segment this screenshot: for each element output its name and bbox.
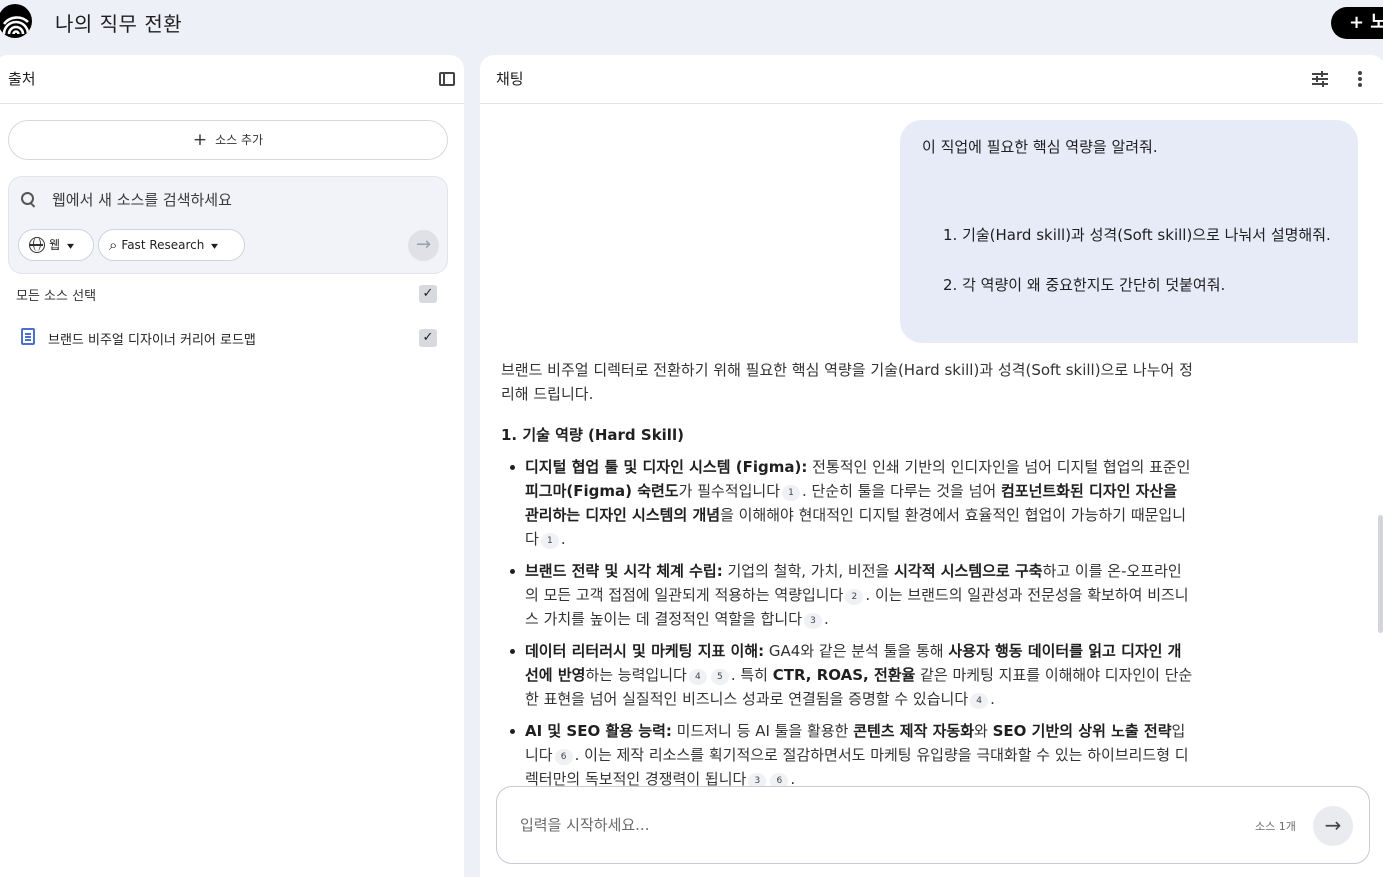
bullet-title: 디지털 협업 툴 및 디자인 시스템 (Figma): <box>525 458 808 476</box>
citation-badge[interactable]: 1 <box>540 533 559 549</box>
add-source-button[interactable]: + 소스 추가 <box>8 120 448 160</box>
citation-badge[interactable]: 2 <box>845 589 864 605</box>
chevron-down-icon: ▾ <box>211 241 219 252</box>
research-mode-dropdown[interactable]: ⌕ Fast Research ▾ <box>98 229 245 261</box>
chat-composer: 소스 1개 → <box>496 786 1370 864</box>
search-icon <box>21 192 35 206</box>
bullet-text: 전통적인 인쇄 기반의 인디자인을 넘어 디지털 협업의 표준인 <box>807 458 1191 476</box>
bullet-text: . 이는 제작 리소스를 획기적으로 절감하면서도 마케팅 유입량을 극대화할 … <box>525 746 1189 788</box>
user-message-item: 1. 기술(Hard skill)과 성격(Soft skill)으로 나눠서 … <box>943 226 1331 244</box>
web-source-dropdown[interactable]: 웹 ▾ <box>18 229 94 261</box>
response-bullet: 데이터 리터러시 및 마케팅 지표 이해: GA4와 같은 분석 툴을 통해 사… <box>501 639 1195 711</box>
bullet-emphasis: 콘텐츠 제작 자동화 <box>853 722 975 740</box>
user-message-text: 이 직업에 필요한 핵심 역량을 알려줘. <box>922 138 1158 156</box>
response-bullet: 디지털 협업 툴 및 디자인 시스템 (Figma): 전통적인 인쇄 기반의 … <box>501 455 1195 551</box>
source-item-label[interactable]: 브랜드 비주얼 디자이너 커리어 로드맵 <box>48 329 256 348</box>
chat-header: 채팅 <box>480 55 1383 104</box>
bullet-text: . <box>560 530 566 548</box>
document-icon <box>21 328 35 345</box>
web-chip-label: 웹 <box>49 238 61 252</box>
bullet-emphasis: CTR, ROAS, 전환율 <box>772 666 916 684</box>
source-item-checkbox[interactable]: ✓ <box>419 329 437 347</box>
bullet-text: 가 필수적입니다 <box>678 482 780 500</box>
source-count: 소스 1개 <box>1255 820 1296 833</box>
bullet-text: 미드저니 등 AI 툴을 활용한 <box>671 722 854 740</box>
notebook-logo-icon[interactable] <box>0 4 32 38</box>
user-message-item: 2. 각 역량이 왜 중요한지도 간단히 덧붙여줘. <box>943 276 1226 294</box>
tune-settings-icon[interactable] <box>1312 71 1328 87</box>
bullet-text: . <box>990 690 995 708</box>
assistant-response: 브랜드 비주얼 디렉터로 전환하기 위해 필요한 핵심 역량을 기술(Hard … <box>501 358 1195 799</box>
chat-panel: 채팅 이 직업에 필요한 핵심 역량을 알려줘. 1. 기술(Hard skil… <box>480 55 1383 877</box>
select-all-sources-row[interactable]: 모든 소스 선택 ✓ <box>16 283 446 307</box>
sources-header: 출처 <box>0 55 464 104</box>
select-all-label: 모든 소스 선택 <box>16 289 97 304</box>
chat-scrollbar[interactable] <box>1378 515 1383 633</box>
collapse-panel-icon[interactable] <box>439 72 455 86</box>
citation-badge[interactable]: 3 <box>804 613 823 629</box>
response-bullet: 브랜드 전략 및 시각 체계 수립: 기업의 철학, 가치, 비전을 시각적 시… <box>501 559 1195 631</box>
citation-badge[interactable]: 4 <box>970 693 989 709</box>
plus-icon: + <box>192 130 208 150</box>
bullet-text: 와 <box>974 722 993 740</box>
create-notebook-button[interactable]: + 노 <box>1331 7 1383 39</box>
chat-messages[interactable]: 이 직업에 필요한 핵심 역량을 알려줘. 1. 기술(Hard skill)과… <box>480 105 1383 837</box>
citation-badge[interactable]: 4 <box>688 669 707 685</box>
bullet-emphasis: 시각적 시스템으로 구축 <box>894 562 1043 580</box>
user-message-list: 1. 기술(Hard skill)과 성격(Soft skill)으로 나눠서 … <box>922 224 1331 324</box>
notebook-title[interactable]: 나의 직무 전환 <box>55 8 182 37</box>
bullet-text: GA4와 같은 분석 툴을 통해 <box>764 642 949 660</box>
top-bar: 나의 직무 전환 + 노 <box>0 0 1383 46</box>
bullet-text: 하는 능력입니다 <box>585 666 687 684</box>
bullet-emphasis: 피그마(Figma) 숙련도 <box>525 482 679 500</box>
web-search-box: 웹▾ ⌕Fast Research▾ → <box>8 176 448 274</box>
bullet-emphasis: SEO 기반의 상위 노출 전략 <box>992 722 1172 740</box>
bullet-text: 기업의 철학, 가치, 비전을 <box>722 562 895 580</box>
sources-panel: 출처 +소스 추가 웹▾ ⌕Fast Research▾ → 모든 소스 선택 … <box>0 55 464 877</box>
bullet-title: 데이터 리터러시 및 마케팅 지표 이해: <box>525 642 765 660</box>
citation-badge[interactable]: 5 <box>710 669 729 685</box>
sparkle-search-icon: ⌕ <box>109 236 118 254</box>
response-intro: 브랜드 비주얼 디렉터로 전환하기 위해 필요한 핵심 역량을 기술(Hard … <box>501 361 1193 403</box>
source-item[interactable]: 브랜드 비주얼 디자이너 커리어 로드맵 ✓ <box>16 327 446 351</box>
globe-icon <box>29 237 45 253</box>
search-submit-button[interactable]: → <box>408 230 439 261</box>
web-search-input[interactable] <box>52 188 412 212</box>
bullet-text: . 단순히 툴을 다루는 것을 넘어 <box>802 482 1001 500</box>
citation-badge[interactable]: 1 <box>782 485 800 501</box>
citation-badge[interactable]: 6 <box>554 749 573 765</box>
send-button[interactable]: → <box>1313 806 1353 846</box>
sources-title: 출처 <box>8 70 36 88</box>
research-chip-label: Fast Research <box>121 238 205 252</box>
user-message: 이 직업에 필요한 핵심 역량을 알려줘. 1. 기술(Hard skill)과… <box>900 120 1358 343</box>
bullet-text: . <box>824 610 829 628</box>
chat-input[interactable] <box>520 811 1200 839</box>
response-bullet: AI 및 SEO 활용 능력: 미드저니 등 AI 툴을 활용한 콘텐츠 제작 … <box>501 719 1195 791</box>
chevron-down-icon: ▾ <box>67 241 75 252</box>
bullet-text: . 특히 <box>730 666 773 684</box>
response-heading: 1. 기술 역량 (Hard Skill) <box>501 426 684 444</box>
more-options-icon[interactable] <box>1358 71 1362 87</box>
select-all-checkbox[interactable]: ✓ <box>419 285 437 303</box>
add-source-label: 소스 추가 <box>215 133 264 147</box>
response-bullet-list: 디지털 협업 툴 및 디자인 시스템 (Figma): 전통적인 인쇄 기반의 … <box>501 455 1195 791</box>
chat-title: 채팅 <box>496 70 524 88</box>
bullet-title: AI 및 SEO 활용 능력: <box>525 722 672 740</box>
bullet-title: 브랜드 전략 및 시각 체계 수립: <box>525 562 723 580</box>
